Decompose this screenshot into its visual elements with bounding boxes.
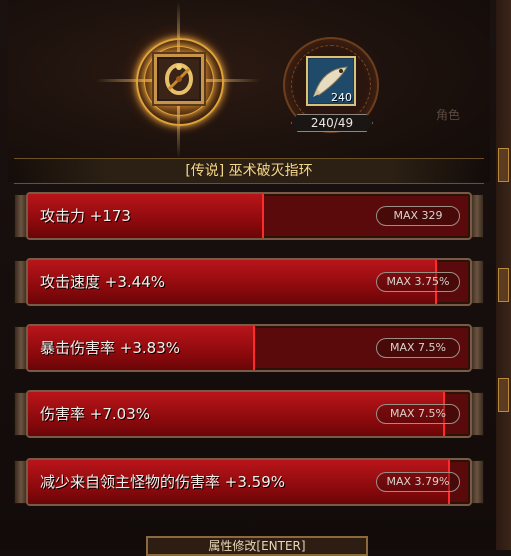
stat-label: 攻击速度 +3.44% (40, 273, 165, 291)
stat-row-cap-right (470, 460, 484, 504)
side-strip (496, 0, 511, 550)
item-header: 240 240/49 角色 (8, 0, 490, 182)
side-tab[interactable] (498, 148, 509, 182)
ring-item-icon (159, 59, 199, 99)
side-tab[interactable] (498, 268, 509, 302)
watermark-text: 角色 (436, 108, 461, 122)
material-count-badge: 240 (331, 91, 352, 104)
upgrade-panel: 240 240/49 角色 [传说] 巫术破灭指环 攻击力 +173 MAX 32… (0, 0, 498, 556)
stat-max-value: MAX 3.79% (376, 472, 460, 492)
stat-bar: 攻击力 +173 MAX 329 (26, 192, 472, 240)
stat-max-value: MAX 7.5% (376, 404, 460, 424)
ring-item-slot[interactable] (154, 54, 204, 104)
material-slot[interactable]: 240 (306, 56, 356, 106)
stat-row[interactable]: 攻击速度 +3.44% MAX 3.75% (14, 256, 484, 308)
stat-bar: 伤害率 +7.03% MAX 7.5% (26, 390, 472, 438)
stat-row-cap-right (470, 260, 484, 304)
stat-row[interactable]: 暴击伤害率 +3.83% MAX 7.5% (14, 322, 484, 374)
stat-max-value: MAX 329 (376, 206, 460, 226)
stat-bar: 暴击伤害率 +3.83% MAX 7.5% (26, 324, 472, 372)
material-counter: 240/49 (291, 114, 373, 132)
stat-label: 减少来自领主怪物的伤害率 +3.59% (40, 473, 285, 491)
stat-max-value: MAX 7.5% (376, 338, 460, 358)
modify-attributes-button[interactable]: 属性修改[ENTER] (146, 536, 368, 556)
stat-row[interactable]: 伤害率 +7.03% MAX 7.5% (14, 388, 484, 440)
stat-label: 暴击伤害率 +3.83% (40, 339, 180, 357)
stat-row-cap-right (470, 326, 484, 370)
item-name-title: [传说] 巫术破灭指环 (14, 158, 484, 184)
stat-row-cap-right (470, 392, 484, 436)
stat-bar: 攻击速度 +3.44% MAX 3.75% (26, 258, 472, 306)
stat-row-cap-right (470, 194, 484, 238)
stat-label: 攻击力 +173 (40, 207, 131, 225)
stat-max-value: MAX 3.75% (376, 272, 460, 292)
stat-label: 伤害率 +7.03% (40, 405, 150, 423)
stat-bar: 减少来自领主怪物的伤害率 +3.59% MAX 3.79% (26, 458, 472, 506)
stat-row[interactable]: 减少来自领主怪物的伤害率 +3.59% MAX 3.79% (14, 456, 484, 508)
side-tab[interactable] (498, 378, 509, 412)
stat-row[interactable]: 攻击力 +173 MAX 329 (14, 190, 484, 242)
